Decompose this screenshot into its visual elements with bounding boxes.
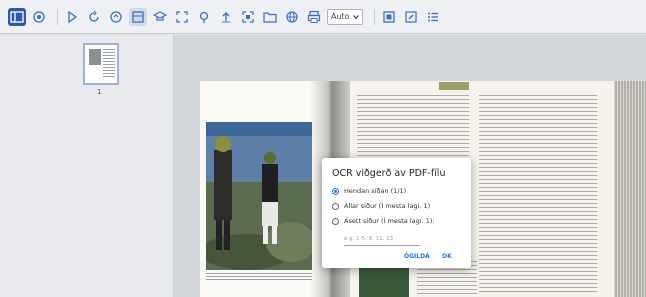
- page-thumbnail[interactable]: [83, 43, 119, 85]
- option-specific-pages[interactable]: Ásett síður (Í mesta lagi. 1):: [332, 217, 435, 225]
- chevron-down-icon: [352, 14, 359, 19]
- page-tag: [439, 82, 469, 90]
- scan-icon[interactable]: [239, 8, 257, 26]
- scanned-photo: [201, 122, 316, 270]
- thumbnail-photo: [89, 49, 101, 65]
- thumbnail-text: [103, 49, 115, 79]
- option-label: Ásett síður (Í mesta lagi. 1):: [344, 217, 435, 225]
- toolbar-separator: [373, 8, 375, 25]
- sidebar-toggle-icon[interactable]: [8, 7, 26, 26]
- edit-icon[interactable]: [402, 8, 420, 26]
- print-icon[interactable]: [305, 8, 323, 26]
- option-current-page[interactable]: Hendan síðan (1/1): [332, 187, 406, 195]
- presentation-icon[interactable]: [151, 8, 169, 26]
- option-all-pages[interactable]: Allar síður (Í mesta lagi. 1): [332, 202, 430, 210]
- ok-button[interactable]: OK: [442, 253, 452, 260]
- thumbnails-icon[interactable]: [380, 8, 398, 26]
- view-mode-icon[interactable]: [129, 7, 147, 26]
- photo-caption: [206, 273, 312, 281]
- list-icon[interactable]: [424, 8, 442, 26]
- thumbnail-page-number: 1: [97, 88, 102, 96]
- toolbar-separator: [57, 8, 58, 25]
- page-range-input[interactable]: [344, 233, 420, 246]
- zoom-select[interactable]: Auto: [327, 8, 363, 25]
- page-edge: [614, 81, 646, 297]
- folder-icon[interactable]: [261, 8, 279, 26]
- cancel-button[interactable]: ÓGILDA: [404, 253, 430, 260]
- globe-icon[interactable]: [283, 8, 301, 26]
- radio-specific-pages[interactable]: [332, 217, 339, 225]
- layers-icon[interactable]: [30, 8, 48, 26]
- option-label: Allar síður (Í mesta lagi. 1): [344, 202, 431, 210]
- ocr-dialog: OCR viðgerð av PDF-fílu Hendan síðan (1/…: [322, 158, 471, 268]
- zoom-value: Auto: [331, 12, 350, 21]
- text-column: [479, 95, 597, 295]
- radio-current-page[interactable]: [332, 187, 339, 195]
- expand-icon[interactable]: [173, 8, 191, 26]
- pin-icon[interactable]: [195, 8, 213, 26]
- option-label: Hendan síðan (1/1): [344, 187, 407, 195]
- radio-all-pages[interactable]: [332, 202, 339, 210]
- dialog-title: OCR viðgerð av PDF-fílu: [332, 168, 446, 179]
- upload-icon[interactable]: [217, 8, 235, 26]
- sync-icon[interactable]: [107, 8, 125, 26]
- rotate-icon[interactable]: [85, 8, 103, 26]
- play-icon[interactable]: [63, 8, 81, 26]
- toolbar: Auto: [0, 0, 646, 34]
